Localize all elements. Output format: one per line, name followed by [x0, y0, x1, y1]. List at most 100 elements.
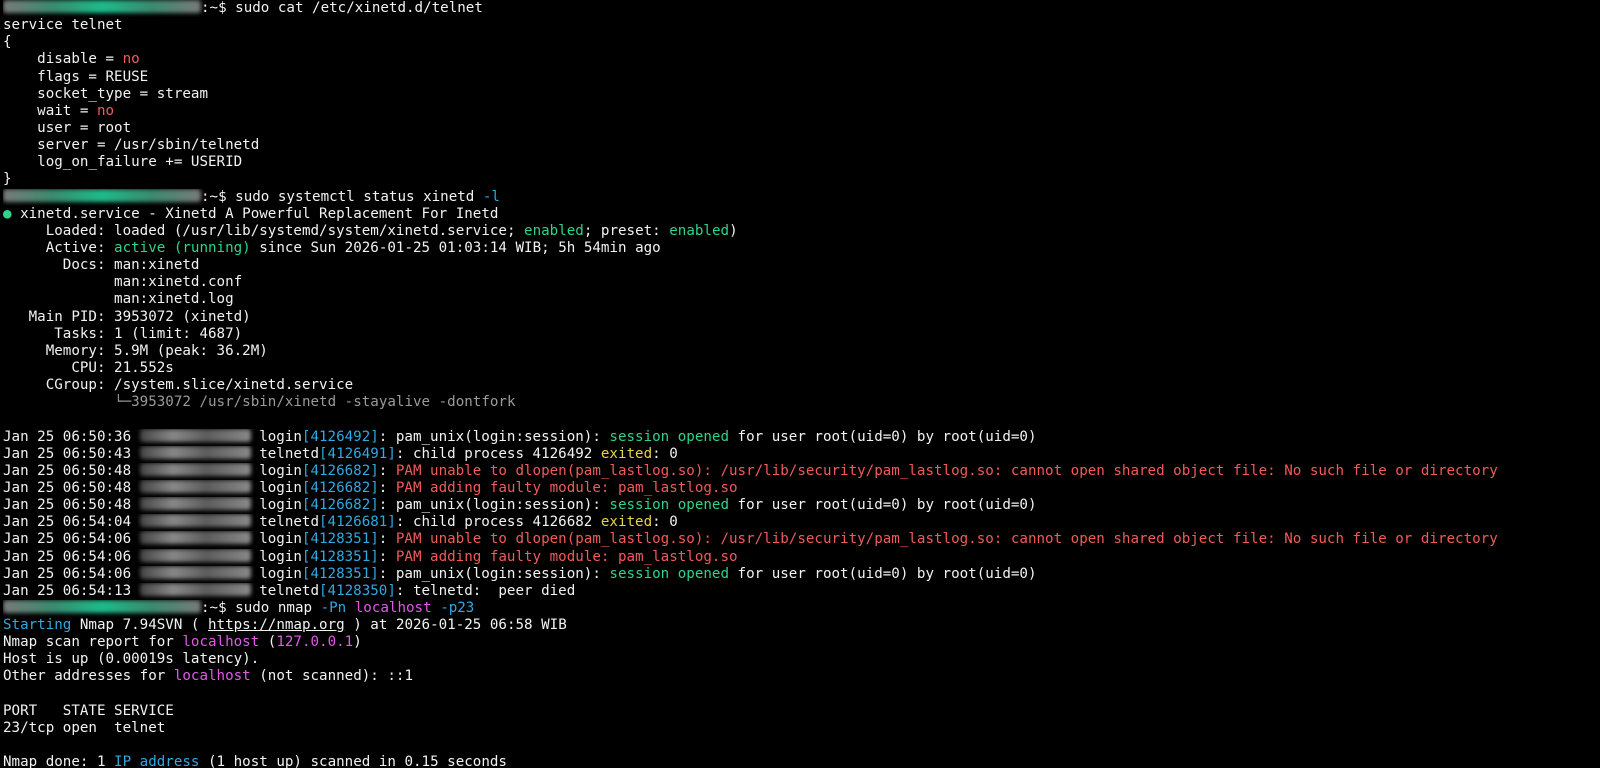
terminal-text-segment: Jan 25 06:54:06	[3, 565, 140, 582]
terminal-line: Jan 25 06:54:04 telnetd[4126681]: child …	[3, 514, 1600, 531]
terminal-text-segment: :~$ sudo systemctl status xinetd	[201, 188, 483, 205]
terminal-line: disable = no	[3, 51, 1600, 68]
terminal-text-segment: :	[378, 479, 396, 496]
terminal-text-segment: log_on_failure += USERID	[3, 154, 243, 171]
terminal-text-segment: telnetd	[250, 582, 320, 599]
terminal-text-segment: login	[250, 462, 302, 479]
terminal-text-segment: }	[3, 171, 12, 188]
terminal-text-segment: xinetd.service - Xinetd A Powerful Repla…	[11, 205, 499, 222]
terminal-text-segment: Memory: 5.9M (peak: 36.2M)	[3, 342, 268, 359]
redacted-log-host	[139, 582, 251, 596]
terminal-line: service telnet	[3, 17, 1600, 34]
terminal-text-segment: Jan 25 06:54:06	[3, 548, 140, 565]
terminal-line: {	[3, 34, 1600, 51]
terminal-text-segment[interactable]: https://nmap.org	[208, 617, 345, 633]
terminal-text-segment: session opened	[609, 428, 730, 445]
terminal-text-segment: ; preset:	[583, 222, 670, 239]
terminal-line: Jan 25 06:54:06 login[4128351]: PAM unab…	[3, 531, 1600, 548]
terminal-line: socket_type = stream	[3, 86, 1600, 103]
terminal-text-segment: :~$ sudo nmap	[201, 599, 321, 616]
terminal-text-segment: socket_type = stream	[3, 85, 208, 102]
terminal-text-segment: login	[250, 565, 302, 582]
terminal-text-segment: [4126682]	[301, 497, 379, 514]
terminal-text-segment: enabled	[669, 222, 730, 239]
terminal-text-segment: disable =	[3, 51, 123, 68]
terminal-text-segment: enabled	[524, 222, 584, 239]
terminal-line: Jan 25 06:50:43 telnetd[4126491]: child …	[3, 445, 1600, 463]
terminal-line: Jan 25 06:50:48 login[4126682]: pam_unix…	[3, 497, 1600, 514]
terminal-text-segment: login	[250, 548, 302, 565]
terminal-line: Jan 25 06:54:13 telnetd[4128350]: telnet…	[3, 582, 1600, 600]
terminal-text-segment: login	[250, 428, 302, 445]
terminal-text-segment: Nmap scan report for	[3, 634, 183, 651]
terminal-text-segment: )	[729, 222, 738, 239]
terminal-text-segment: Other addresses for	[3, 668, 174, 685]
terminal-window[interactable]: :~$ sudo cat /etc/xinetd.d/telnet service…	[0, 0, 1600, 768]
terminal-text-segment: session opened	[609, 497, 730, 514]
terminal-text-segment: [4126491]	[319, 445, 396, 462]
terminal-text-segment: Docs: man:xinetd	[3, 257, 200, 274]
terminal-text-segment: └─	[3, 394, 132, 411]
terminal-text-segment: flags = REUSE	[3, 68, 149, 85]
terminal-text-segment: active (running)	[114, 239, 251, 256]
terminal-text-segment: wait =	[3, 102, 97, 119]
terminal-line: Other addresses for localhost (not scann…	[3, 668, 1600, 685]
terminal-text-segment: :~$ sudo cat /etc/xinetd.d/telnet	[201, 0, 483, 16]
terminal-text-segment: for user root(uid=0) by root(uid=0)	[729, 565, 1037, 582]
terminal-text-segment: no	[96, 102, 115, 119]
terminal-line: Docs: man:xinetd	[3, 257, 1600, 274]
terminal-text-segment: [4126682]	[301, 479, 379, 496]
terminal-text-segment: CPU: 21.552s	[3, 359, 174, 376]
terminal-text-segment: since Sun 2026-01-25 01:03:14 WIB; 5h 54…	[250, 239, 661, 256]
terminal-text-segment: : 0	[652, 514, 678, 531]
terminal-text-segment: telnetd	[250, 445, 320, 462]
terminal-text-segment: Active:	[3, 239, 115, 256]
redacted-log-host	[139, 514, 251, 528]
terminal-text-segment: (1 host up) scanned in 0.15 seconds	[199, 754, 507, 768]
terminal-line: log_on_failure += USERID	[3, 154, 1600, 171]
terminal-text-segment: {	[3, 34, 12, 51]
terminal-text-segment: localhost	[354, 599, 432, 616]
terminal-line: server = /usr/sbin/telnetd	[3, 137, 1600, 154]
terminal-text-segment: )	[353, 634, 362, 651]
terminal-line: Loaded: loaded (/usr/lib/systemd/system/…	[3, 223, 1600, 240]
terminal-line: :~$ sudo nmap -Pn localhost -p23	[3, 599, 1600, 617]
terminal-line: Active: active (running) since Sun 2026-…	[3, 240, 1600, 257]
terminal-line: 23/tcp open telnet	[3, 720, 1600, 737]
terminal-line: Nmap scan report for localhost (127.0.0.…	[3, 634, 1600, 651]
terminal-text-segment: server = /usr/sbin/telnetd	[3, 137, 260, 154]
terminal-line: Main PID: 3953072 (xinetd)	[3, 309, 1600, 326]
terminal-line: flags = REUSE	[3, 69, 1600, 86]
terminal-line: :~$ sudo systemctl status xinetd -l	[3, 188, 1600, 206]
terminal-text-segment: man:xinetd.conf	[3, 274, 243, 291]
terminal-text-segment: -Pn	[320, 599, 347, 616]
terminal-text-segment: Jan 25 06:54:04	[3, 514, 140, 531]
terminal-text-segment: [4128350]	[319, 582, 396, 599]
redacted-log-host	[139, 531, 251, 545]
terminal-text-segment: Starting	[3, 617, 72, 634]
terminal-text-segment: IP address	[114, 754, 200, 768]
terminal-line: CPU: 21.552s	[3, 360, 1600, 377]
terminal-line: ● xinetd.service - Xinetd A Powerful Rep…	[3, 206, 1600, 223]
terminal-text-segment: localhost	[173, 668, 251, 685]
terminal-text-segment: exited	[600, 514, 653, 531]
terminal-text-segment: ) at 2026-01-25 06:58 WIB	[344, 617, 567, 634]
terminal-text-segment: session opened	[609, 565, 730, 582]
terminal-text-segment: [4126492]	[301, 428, 379, 445]
terminal-text-segment: [4126681]	[319, 514, 396, 531]
redacted-log-host	[139, 548, 251, 562]
redacted-log-host	[139, 565, 251, 579]
terminal-text-segment: PAM adding faulty module: pam_lastlog.so	[395, 479, 738, 496]
terminal-text-segment: [4126682]	[301, 462, 379, 479]
redacted-log-host	[139, 462, 251, 476]
terminal-line: user = root	[3, 120, 1600, 137]
terminal-line: Nmap done: 1 IP address (1 host up) scan…	[3, 754, 1600, 768]
terminal-text-segment: : pam_unix(login:session):	[378, 565, 610, 582]
terminal-text-segment: : child process 4126682	[395, 514, 601, 531]
terminal-text-segment: PAM unable to dlopen(pam_lastlog.so): /u…	[395, 462, 1498, 479]
terminal-text-segment: :	[378, 548, 396, 565]
terminal-text-segment: : pam_unix(login:session):	[378, 497, 610, 514]
